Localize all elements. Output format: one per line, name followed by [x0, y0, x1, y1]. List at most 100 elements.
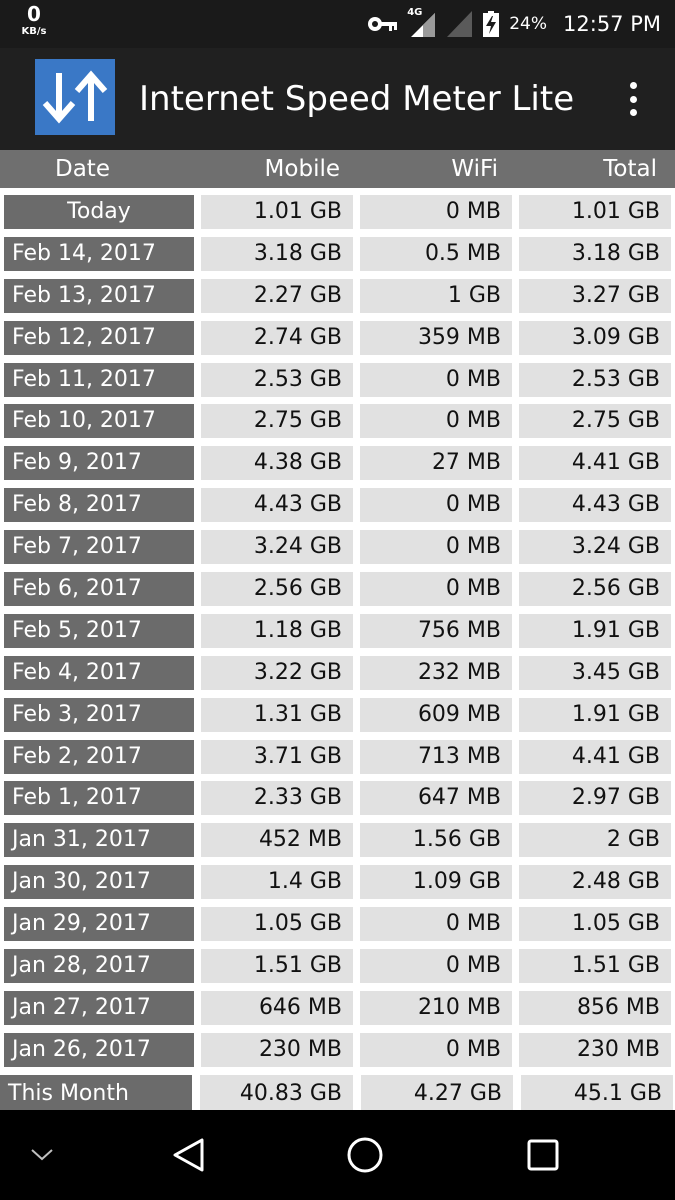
table-row: Feb 11, 2017 2.53 GB 0 MB 2.53 GB [0, 362, 675, 397]
row-wifi: 210 MB [360, 990, 512, 1025]
row-total: 1.91 GB [519, 697, 671, 732]
row-mobile: 1.4 GB [201, 865, 353, 900]
row-date: Feb 6, 2017 [4, 572, 194, 607]
row-mobile: 230 MB [201, 1032, 353, 1067]
table-header: Date Mobile WiFi Total [0, 150, 675, 188]
table-row: Jan 31, 2017 452 MB 1.56 GB 2 GB [0, 823, 675, 858]
column-header-total: Total [603, 156, 657, 182]
row-total: 3.45 GB [519, 655, 671, 690]
app-bar: Internet Speed Meter Lite [0, 48, 675, 150]
row-wifi: 609 MB [360, 697, 512, 732]
row-total: 4.41 GB [519, 739, 671, 774]
row-wifi: 0 MB [360, 1032, 512, 1067]
row-mobile: 3.24 GB [201, 530, 353, 565]
back-icon[interactable] [163, 1110, 213, 1200]
row-date: Feb 2, 2017 [4, 739, 194, 774]
row-mobile: 2.33 GB [201, 781, 353, 816]
table-row: Feb 10, 2017 2.75 GB 0 MB 2.75 GB [0, 404, 675, 439]
table-row: Jan 29, 2017 1.05 GB 0 MB 1.05 GB [0, 907, 675, 942]
row-mobile: 3.71 GB [201, 739, 353, 774]
row-wifi: 0 MB [360, 949, 512, 984]
row-total: 230 MB [519, 1032, 671, 1067]
table-row: Feb 4, 2017 3.22 GB 232 MB 3.45 GB [0, 655, 675, 690]
row-date: Jan 27, 2017 [4, 990, 194, 1025]
table-row: Feb 3, 2017 1.31 GB 609 MB 1.91 GB [0, 697, 675, 732]
row-mobile: 2.75 GB [201, 404, 353, 439]
row-mobile: 2.74 GB [201, 320, 353, 355]
summary-label: This Month [0, 1075, 192, 1111]
row-date: Jan 26, 2017 [4, 1032, 194, 1067]
speed-value: 0 [27, 2, 41, 26]
row-date: Jan 31, 2017 [4, 823, 194, 858]
row-total: 3.18 GB [519, 236, 671, 271]
status-icons: 4G 24% 12:57 PM [367, 0, 661, 48]
row-total: 1.01 GB [519, 195, 671, 229]
table-row: Feb 13, 2017 2.27 GB 1 GB 3.27 GB [0, 278, 675, 313]
row-wifi: 1.09 GB [360, 865, 512, 900]
table-row: Feb 6, 2017 2.56 GB 0 MB 2.56 GB [0, 572, 675, 607]
row-mobile: 452 MB [201, 823, 353, 858]
row-mobile: 3.18 GB [201, 236, 353, 271]
app-logo [35, 59, 115, 135]
row-total: 3.27 GB [519, 278, 671, 313]
row-total: 1.91 GB [519, 613, 671, 648]
row-wifi: 756 MB [360, 613, 512, 648]
table-row: Feb 14, 2017 3.18 GB 0.5 MB 3.18 GB [0, 236, 675, 271]
column-header-wifi: WiFi [451, 156, 498, 182]
signal-icon [447, 11, 473, 37]
row-wifi: 0 MB [360, 195, 512, 229]
table-row: Feb 2, 2017 3.71 GB 713 MB 4.41 GB [0, 739, 675, 774]
row-wifi: 1.56 GB [360, 823, 512, 858]
more-vert-icon[interactable] [619, 79, 647, 119]
table-row: Feb 9, 2017 4.38 GB 27 MB 4.41 GB [0, 446, 675, 481]
status-bar: 0 KB/s 4G 24% 12:57 PM [0, 0, 675, 48]
recents-icon[interactable] [518, 1110, 568, 1200]
row-date: Jan 28, 2017 [4, 949, 194, 984]
table-row: Jan 26, 2017 230 MB 0 MB 230 MB [0, 1032, 675, 1067]
table-row: Jan 27, 2017 646 MB 210 MB 856 MB [0, 990, 675, 1025]
row-mobile: 1.05 GB [201, 907, 353, 942]
row-date: Feb 7, 2017 [4, 530, 194, 565]
column-header-mobile: Mobile [264, 156, 340, 182]
row-date: Feb 5, 2017 [4, 613, 194, 648]
summary-wifi: 4.27 GB [361, 1075, 513, 1111]
speed-indicator: 0 KB/s [14, 4, 54, 37]
row-wifi: 0 MB [360, 404, 512, 439]
signal-4g-icon: 4G [407, 7, 437, 37]
row-wifi: 359 MB [360, 320, 512, 355]
table-row: Feb 5, 2017 1.18 GB 756 MB 1.91 GB [0, 613, 675, 648]
column-header-date: Date [55, 156, 110, 182]
row-date: Feb 11, 2017 [4, 362, 194, 397]
row-total: 3.24 GB [519, 530, 671, 565]
battery-percent: 24% [509, 14, 548, 34]
row-total: 2.75 GB [519, 404, 671, 439]
row-date: Feb 1, 2017 [4, 781, 194, 816]
row-date: Feb 8, 2017 [4, 488, 194, 523]
home-icon[interactable] [340, 1110, 390, 1200]
summary-mobile: 40.83 GB [200, 1075, 353, 1111]
row-wifi: 713 MB [360, 739, 512, 774]
row-total: 856 MB [519, 990, 671, 1025]
row-date: Jan 30, 2017 [4, 865, 194, 900]
row-mobile: 4.38 GB [201, 446, 353, 481]
table-row: Today 1.01 GB 0 MB 1.01 GB [0, 195, 675, 229]
row-wifi: 0 MB [360, 362, 512, 397]
row-mobile: 1.31 GB [201, 697, 353, 732]
usage-table: Today 1.01 GB 0 MB 1.01 GB Feb 14, 2017 … [0, 195, 675, 1075]
row-mobile: 4.43 GB [201, 488, 353, 523]
table-row: Feb 7, 2017 3.24 GB 0 MB 3.24 GB [0, 530, 675, 565]
table-row: Jan 28, 2017 1.51 GB 0 MB 1.51 GB [0, 949, 675, 984]
table-row: Feb 8, 2017 4.43 GB 0 MB 4.43 GB [0, 488, 675, 523]
row-wifi: 0 MB [360, 488, 512, 523]
table-row: Jan 30, 2017 1.4 GB 1.09 GB 2.48 GB [0, 865, 675, 900]
row-total: 2.56 GB [519, 572, 671, 607]
row-total: 1.05 GB [519, 907, 671, 942]
summary-total: 45.1 GB [521, 1075, 673, 1111]
row-mobile: 1.18 GB [201, 613, 353, 648]
key-icon [367, 15, 398, 33]
row-wifi: 0.5 MB [360, 236, 512, 271]
row-wifi: 0 MB [360, 907, 512, 942]
chevron-down-icon[interactable] [20, 1110, 64, 1200]
table-row: Feb 12, 2017 2.74 GB 359 MB 3.09 GB [0, 320, 675, 355]
row-total: 2 GB [519, 823, 671, 858]
